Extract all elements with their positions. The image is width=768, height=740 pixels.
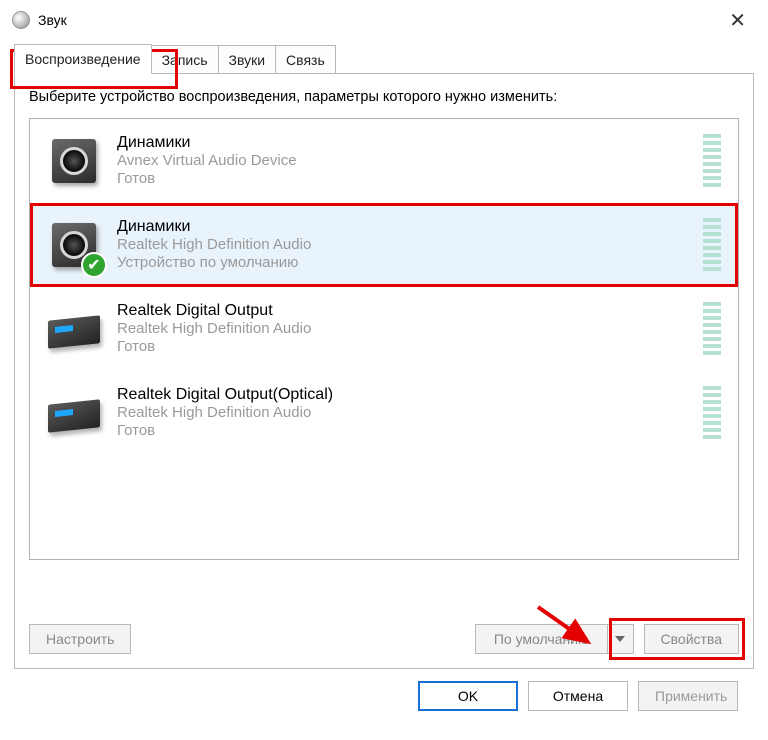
- device-driver: Realtek High Definition Audio: [117, 320, 689, 339]
- window-title: Звук: [38, 12, 67, 28]
- chevron-down-icon: [615, 636, 625, 642]
- tab-recording[interactable]: Запись: [151, 45, 219, 74]
- set-default-dropdown[interactable]: [608, 624, 634, 654]
- titlebar: Звук ✕: [0, 0, 768, 40]
- device-driver: Realtek High Definition Audio: [117, 404, 689, 423]
- device-status: Устройство по умолчанию: [117, 254, 689, 271]
- level-meter: [703, 386, 721, 439]
- level-meter: [703, 134, 721, 187]
- dialog-footer: OK Отмена Применить: [14, 669, 754, 711]
- set-default-button[interactable]: По умолчанию: [475, 624, 608, 654]
- panel-buttons: Настроить По умолчанию Свойства: [29, 624, 739, 654]
- cancel-button[interactable]: Отмена: [528, 681, 628, 711]
- tab-communications[interactable]: Связь: [275, 45, 336, 74]
- device-list[interactable]: Динамики Avnex Virtual Audio Device Гото…: [29, 118, 739, 560]
- tab-sounds[interactable]: Звуки: [218, 45, 277, 74]
- device-driver: Avnex Virtual Audio Device: [117, 152, 689, 171]
- digital-output-icon: [45, 384, 103, 442]
- device-row[interactable]: Realtek Digital Output Realtek High Defi…: [30, 287, 738, 371]
- playback-panel: Выберите устройство воспроизведения, пар…: [14, 73, 754, 669]
- device-row[interactable]: ✔ Динамики Realtek High Definition Audio…: [30, 203, 738, 287]
- ok-button[interactable]: OK: [418, 681, 518, 711]
- device-status: Готов: [117, 338, 689, 355]
- device-name: Realtek Digital Output(Optical): [117, 386, 689, 404]
- level-meter: [703, 218, 721, 271]
- properties-button[interactable]: Свойства: [644, 624, 739, 654]
- set-default-split-button[interactable]: По умолчанию: [475, 624, 634, 654]
- level-meter: [703, 302, 721, 355]
- panel-prompt: Выберите устройство воспроизведения, пар…: [29, 88, 739, 108]
- apply-button[interactable]: Применить: [638, 681, 738, 711]
- tab-playback[interactable]: Воспроизведение: [14, 44, 152, 74]
- configure-button[interactable]: Настроить: [29, 624, 131, 654]
- close-button[interactable]: ✕: [719, 4, 756, 37]
- sound-dialog: Звук ✕ Воспроизведение Запись Звуки Связ…: [0, 0, 768, 740]
- sound-icon: [12, 11, 30, 29]
- device-status: Готов: [117, 422, 689, 439]
- default-check-icon: ✔: [81, 252, 107, 278]
- device-driver: Realtek High Definition Audio: [117, 236, 689, 255]
- device-name: Realtek Digital Output: [117, 302, 689, 320]
- device-name: Динамики: [117, 134, 689, 152]
- speaker-icon: [45, 132, 103, 190]
- device-row[interactable]: Динамики Avnex Virtual Audio Device Гото…: [30, 119, 738, 203]
- device-name: Динамики: [117, 218, 689, 236]
- digital-output-icon: [45, 300, 103, 358]
- speaker-icon: ✔: [45, 216, 103, 274]
- device-row[interactable]: Realtek Digital Output(Optical) Realtek …: [30, 371, 738, 455]
- device-status: Готов: [117, 170, 689, 187]
- tabs: Воспроизведение Запись Звуки Связь: [14, 44, 754, 74]
